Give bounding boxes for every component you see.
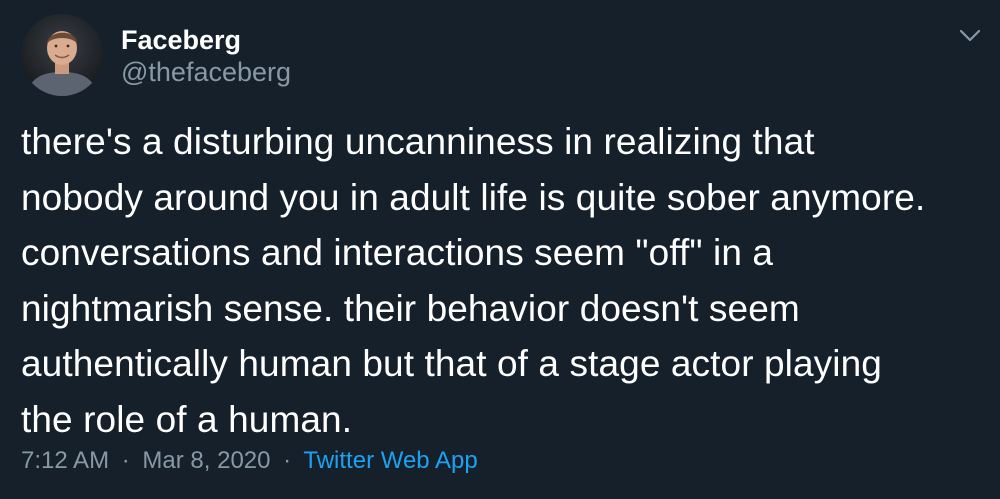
tweet-time[interactable]: 7:12 AM	[21, 447, 109, 474]
tweet-source-link[interactable]: Twitter Web App	[303, 447, 477, 474]
tweet-metadata: 7:12 AM · Mar 8, 2020 · Twitter Web App	[21, 446, 478, 476]
tweet-text-line: authentically human but that of a stage …	[21, 343, 882, 384]
tweet-text: there's a disturbing uncanniness in real…	[21, 114, 981, 447]
chevron-down-icon	[959, 29, 981, 42]
tweet-text-line: nobody around you in adult life is quite…	[21, 176, 926, 218]
avatar-image	[21, 14, 103, 96]
author-handle[interactable]: @thefaceberg	[121, 56, 291, 88]
more-options-button[interactable]	[955, 23, 985, 47]
avatar[interactable]	[21, 14, 103, 96]
tweet-text-line: the role of a human.	[21, 398, 353, 440]
tweet-card: Faceberg @thefaceberg there's a disturbi…	[0, 0, 1000, 499]
tweet-text-line: conversations and interactions seem "off…	[21, 232, 774, 273]
meta-separator: ·	[283, 447, 292, 474]
tweet-text-line: there's a disturbing uncanniness in real…	[21, 121, 815, 162]
tweet-text-line: nightmarish sense. their behavior doesn'…	[21, 287, 800, 329]
author-name[interactable]: Faceberg	[121, 24, 241, 56]
tweet-date[interactable]: Mar 8, 2020	[142, 447, 270, 474]
meta-separator: ·	[121, 447, 130, 474]
